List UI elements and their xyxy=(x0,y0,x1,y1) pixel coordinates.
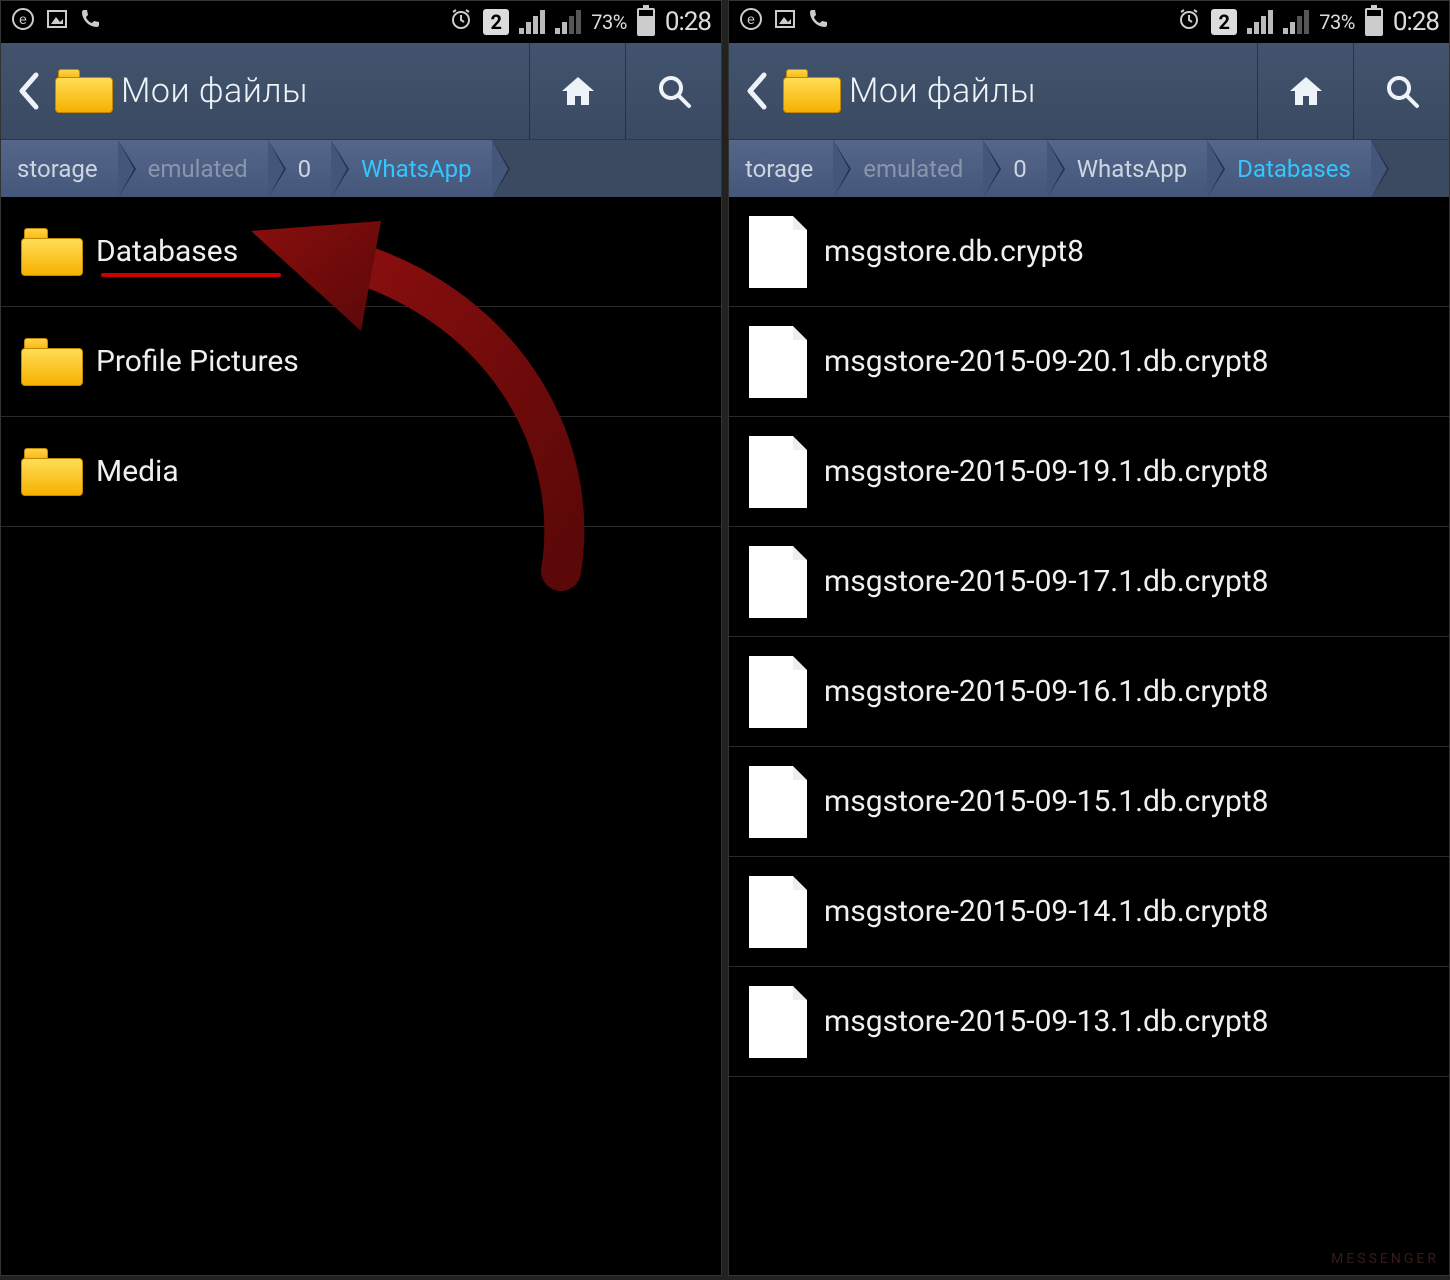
item-label: Databases xyxy=(96,234,701,269)
status-clock: 0:28 xyxy=(665,7,711,37)
list-item[interactable]: Media xyxy=(1,417,721,527)
item-label: msgstore-2015-09-20.1.db.crypt8 xyxy=(824,344,1429,379)
picture-icon xyxy=(45,7,69,37)
battery-icon xyxy=(1365,8,1383,36)
item-label: msgstore-2015-09-14.1.db.crypt8 xyxy=(824,894,1429,929)
edge-icon: e xyxy=(11,7,35,37)
file-list: msgstore.db.crypt8 msgstore-2015-09-20.1.… xyxy=(729,197,1449,1077)
phone-icon xyxy=(79,8,101,36)
breadcrumb-item[interactable]: torage xyxy=(729,140,833,197)
list-item[interactable]: msgstore-2015-09-16.1.db.crypt8 xyxy=(729,637,1449,747)
breadcrumb-item[interactable]: storage xyxy=(1,140,118,197)
item-label: msgstore-2015-09-16.1.db.crypt8 xyxy=(824,674,1429,709)
battery-icon xyxy=(637,8,655,36)
sim-badge: 2 xyxy=(483,9,509,35)
search-button[interactable] xyxy=(625,43,721,139)
file-icon xyxy=(749,876,807,948)
app-title: Мои файлы xyxy=(841,71,1257,111)
item-label: msgstore-2015-09-15.1.db.crypt8 xyxy=(824,784,1429,819)
item-label: Media xyxy=(96,454,701,489)
status-bar: e 2 73% 0:28 xyxy=(729,1,1449,43)
item-label: msgstore-2015-09-13.1.db.crypt8 xyxy=(824,1004,1429,1039)
file-icon xyxy=(749,766,807,838)
list-item[interactable]: msgstore-2015-09-20.1.db.crypt8 xyxy=(729,307,1449,417)
list-item[interactable]: msgstore-2015-09-19.1.db.crypt8 xyxy=(729,417,1449,527)
file-icon xyxy=(749,546,807,618)
file-icon xyxy=(749,656,807,728)
folder-icon xyxy=(21,448,83,496)
list-item[interactable]: msgstore-2015-09-15.1.db.crypt8 xyxy=(729,747,1449,857)
item-label: msgstore-2015-09-17.1.db.crypt8 xyxy=(824,564,1429,599)
signal-icon-2 xyxy=(1283,10,1309,34)
item-label: msgstore.db.crypt8 xyxy=(824,234,1429,269)
alarm-icon xyxy=(449,7,473,37)
back-button[interactable] xyxy=(7,71,51,111)
signal-icon-1 xyxy=(519,10,545,34)
status-bar: e 2 73% 0:28 xyxy=(1,1,721,43)
folder-icon xyxy=(21,338,83,386)
signal-icon-1 xyxy=(1247,10,1273,34)
file-icon xyxy=(749,986,807,1058)
breadcrumb-item[interactable]: Databases xyxy=(1207,140,1371,197)
list-item[interactable]: Databases xyxy=(1,197,721,307)
breadcrumb-item[interactable]: WhatsApp xyxy=(331,140,491,197)
signal-icon-2 xyxy=(555,10,581,34)
app-bar: Мои файлы xyxy=(729,43,1449,139)
app-folder-icon xyxy=(783,69,841,113)
list-item[interactable]: Profile Pictures xyxy=(1,307,721,417)
screen-right: e 2 73% 0:28 Мои файлы torageemulat xyxy=(728,0,1450,1276)
file-icon xyxy=(749,326,807,398)
file-icon xyxy=(749,436,807,508)
list-item[interactable]: msgstore-2015-09-14.1.db.crypt8 xyxy=(729,857,1449,967)
screen-left: e 2 73% 0:28 Мои файлы storag xyxy=(0,0,722,1276)
breadcrumb-item[interactable]: emulated xyxy=(833,140,983,197)
phone-icon xyxy=(807,8,829,36)
status-clock: 0:28 xyxy=(1393,7,1439,37)
home-button[interactable] xyxy=(529,43,625,139)
alarm-icon xyxy=(1177,7,1201,37)
breadcrumb-item[interactable]: WhatsApp xyxy=(1047,140,1207,197)
breadcrumb: storageemulated0WhatsApp xyxy=(1,139,721,197)
file-icon xyxy=(749,216,807,288)
list-item[interactable]: msgstore-2015-09-13.1.db.crypt8 xyxy=(729,967,1449,1077)
search-button[interactable] xyxy=(1353,43,1449,139)
folder-list: Databases Profile Pictures Media xyxy=(1,197,721,527)
edge-icon: e xyxy=(739,7,763,37)
item-label: Profile Pictures xyxy=(96,344,701,379)
back-button[interactable] xyxy=(735,71,779,111)
item-label: msgstore-2015-09-19.1.db.crypt8 xyxy=(824,454,1429,489)
battery-percent: 73% xyxy=(1319,10,1355,34)
list-item[interactable]: msgstore.db.crypt8 xyxy=(729,197,1449,307)
watermark: MESSENGER xyxy=(1331,1251,1439,1267)
app-bar: Мои файлы xyxy=(1,43,721,139)
highlight-underline xyxy=(101,273,281,277)
app-folder-icon xyxy=(55,69,113,113)
breadcrumb: torageemulated0WhatsAppDatabases xyxy=(729,139,1449,197)
svg-text:e: e xyxy=(19,11,27,27)
svg-text:e: e xyxy=(747,11,755,27)
picture-icon xyxy=(773,7,797,37)
list-item[interactable]: msgstore-2015-09-17.1.db.crypt8 xyxy=(729,527,1449,637)
home-button[interactable] xyxy=(1257,43,1353,139)
breadcrumb-item[interactable]: emulated xyxy=(118,140,268,197)
sim-badge: 2 xyxy=(1211,9,1237,35)
folder-icon xyxy=(21,228,83,276)
app-title: Мои файлы xyxy=(113,71,529,111)
battery-percent: 73% xyxy=(591,10,627,34)
